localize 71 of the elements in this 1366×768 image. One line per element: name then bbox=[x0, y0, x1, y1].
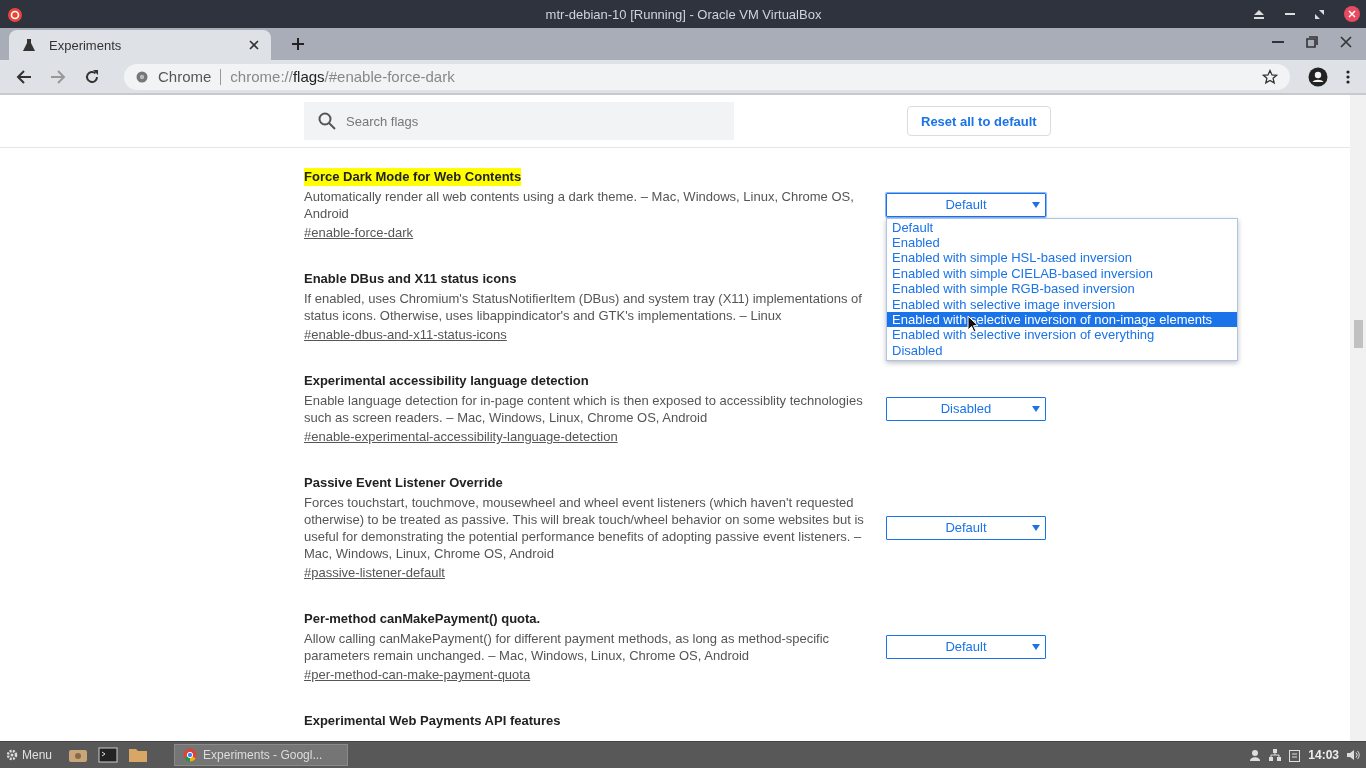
flag-select[interactable]: Default bbox=[886, 515, 1046, 540]
dropdown-option[interactable]: Enabled with simple CIELAB-based inversion bbox=[887, 265, 1237, 282]
clock: 14:03 bbox=[1308, 748, 1339, 762]
flask-icon bbox=[23, 39, 35, 51]
restore-icon[interactable] bbox=[1306, 36, 1318, 48]
app-logo-icon bbox=[6, 5, 24, 23]
flag-link[interactable]: #enable-experimental-accessibility-language-detection bbox=[304, 428, 618, 445]
flag-link[interactable]: #per-method-can-make-payment-quota bbox=[304, 666, 531, 683]
window-title: mtr-debian-10 [Running] - Oracle VM VirtualBox bbox=[544, 6, 823, 22]
flag-title: Passive Event Listener Override bbox=[304, 474, 503, 492]
scrollbar-thumb[interactable] bbox=[1354, 320, 1363, 348]
terminal-icon[interactable] bbox=[98, 747, 119, 763]
search-field[interactable]: Search flags bbox=[304, 102, 734, 140]
dropdown-option[interactable]: Enabled with selective inversion of everything bbox=[887, 327, 1237, 343]
flag-description: If enabled, uses Chromium's StatusNotifierItem (DBus) and system tray (X11) implementations of status icons. Otherwise, uses libappindicator's and GTK's implementations. – Linux bbox=[304, 290, 863, 324]
dropdown-option[interactable]: Default bbox=[887, 219, 1237, 235]
caret-icon bbox=[1032, 643, 1040, 650]
new-tab-icon[interactable] bbox=[291, 37, 305, 51]
flag-description: Allow calling canMakePayment() for different payment methods, as long as method-specific parameters remain unchanged. – Mac, Windows, Linux, Chrome OS, Android bbox=[304, 630, 831, 664]
dropdown-option[interactable]: Enabled bbox=[887, 234, 1237, 251]
flag-select[interactable]: Disabled bbox=[886, 396, 1046, 421]
flag-link[interactable]: #enable-force-dark bbox=[304, 224, 414, 241]
reload-icon[interactable] bbox=[84, 68, 100, 85]
flag-link[interactable]: #enable-dbus-and-x11-status-icons bbox=[304, 326, 507, 343]
flag-title: Force Dark Mode for Web Contents bbox=[304, 168, 522, 186]
flag-description: Forces touchstart, touchmove, mousewheel and wheel event listeners (which haven't requested otherwise) to be treated as passive. This will break touch/wheel behavior on some websites but is useful for demonstrating the potential performance benefits of adopting passive event listeners. – Mac, Windows, Linux, Chrome OS, Android bbox=[304, 494, 865, 562]
close-icon[interactable] bbox=[1344, 6, 1360, 22]
caret-icon bbox=[1032, 405, 1040, 412]
dropdown-option[interactable]: Enabled with simple RGB-based inversion bbox=[887, 281, 1237, 297]
dropdown-option[interactable]: Enabled with selective inversion of non-image elements bbox=[887, 311, 1237, 328]
start-menu-button[interactable]: Menu bbox=[6, 748, 53, 762]
clipboard-icon bbox=[1289, 748, 1301, 762]
star-icon[interactable] bbox=[1262, 68, 1278, 85]
folder-icon[interactable] bbox=[128, 747, 149, 763]
globe-icon bbox=[136, 70, 148, 83]
flag-title: Experimental accessibility language detection bbox=[304, 372, 589, 390]
search-icon-glyph bbox=[318, 112, 336, 130]
reset-button[interactable]: Reset all to default bbox=[907, 106, 1051, 136]
close-tab-icon[interactable] bbox=[249, 40, 259, 50]
browser-tab[interactable]: Experiments bbox=[9, 30, 271, 60]
site-label: Chrome bbox=[158, 68, 212, 85]
menu-icon[interactable] bbox=[1346, 69, 1350, 84]
dropdown-option[interactable]: Enabled with selective image inversion bbox=[887, 296, 1237, 312]
eject-icon[interactable] bbox=[1253, 9, 1265, 19]
search-input[interactable]: Search flags bbox=[344, 112, 720, 130]
flag-select[interactable]: Default bbox=[886, 634, 1046, 659]
address-bar[interactable]: Chrome chrome://flags/#enable-force-dark bbox=[124, 63, 1290, 90]
flag-title: Experimental Web Payments API features bbox=[304, 712, 561, 730]
flag-title: Enable DBus and X11 status icons bbox=[304, 270, 517, 288]
flag-description: Enable language detection for in-page content which is then exposed to accessiblity technologies such as screen readers. – Mac, Windows, Linux, Chrome OS, Android bbox=[304, 392, 864, 426]
network-icon bbox=[1269, 749, 1282, 761]
caret-icon bbox=[1032, 201, 1040, 208]
flag-description: Automatically render all web contents using a dark theme. – Mac, Windows, Linux, Chrome OS, Android bbox=[304, 188, 855, 222]
back-icon[interactable] bbox=[16, 68, 32, 85]
restore-icon[interactable] bbox=[1315, 9, 1324, 19]
profile-icon[interactable] bbox=[1308, 66, 1328, 87]
caret-icon bbox=[1032, 524, 1040, 531]
dropdown-option[interactable]: Disabled bbox=[887, 342, 1237, 359]
taskbar-button[interactable]: Experiments - Googl... bbox=[174, 744, 349, 766]
browser-logo-icon bbox=[183, 748, 198, 762]
gear-icon bbox=[6, 749, 18, 761]
speaker-icon[interactable] bbox=[1347, 749, 1360, 761]
close-icon[interactable] bbox=[1340, 36, 1352, 48]
flag-select[interactable]: Default bbox=[886, 192, 1046, 217]
flag-title: Per-method canMakePayment() quota. bbox=[304, 610, 541, 628]
dropdown-option[interactable]: Enabled with simple HSL-based inversion bbox=[887, 250, 1237, 266]
scrollbar[interactable] bbox=[1350, 95, 1366, 741]
flag-link[interactable]: #passive-listener-default bbox=[304, 564, 445, 581]
url-text: chrome://flags/#enable-force-dark bbox=[230, 68, 455, 85]
user-icon bbox=[1249, 749, 1262, 761]
camera-icon[interactable] bbox=[68, 747, 89, 763]
